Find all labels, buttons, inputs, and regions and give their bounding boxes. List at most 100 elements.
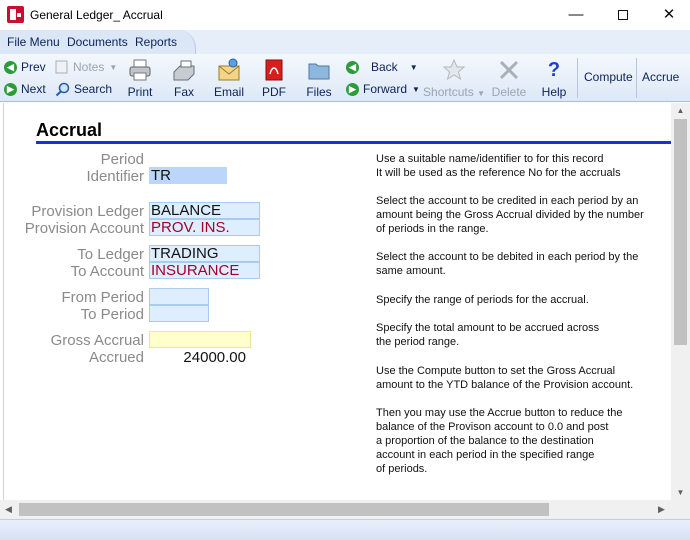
menu-reports[interactable]: Reports bbox=[135, 35, 177, 49]
heading-divider bbox=[36, 141, 672, 144]
files-label: Files bbox=[306, 85, 332, 99]
forward-dropdown-icon[interactable]: ▼ bbox=[412, 85, 420, 94]
help-line: Use a suitable name/identifier to for th… bbox=[376, 153, 604, 165]
shortcuts-button[interactable]: Shortcuts ▼ bbox=[422, 56, 486, 100]
shortcuts-label: Shortcuts bbox=[423, 85, 474, 99]
scroll-right-icon[interactable]: ▶ bbox=[653, 500, 670, 519]
scroll-up-icon[interactable]: ▲ bbox=[671, 103, 690, 118]
page-title: Accrual bbox=[36, 120, 103, 140]
help-line: It will be used as the reference No for … bbox=[376, 167, 621, 179]
toolbar-separator bbox=[577, 58, 578, 98]
help-line: same amount. bbox=[376, 265, 446, 277]
to-ledger-label: To Ledger bbox=[77, 246, 144, 263]
print-label: Print bbox=[127, 85, 153, 99]
help-line: the period range. bbox=[376, 336, 460, 348]
provision-account-label: Provision Account bbox=[24, 220, 144, 237]
notes-icon bbox=[55, 60, 68, 74]
from-period-label: From Period bbox=[61, 289, 144, 306]
accrued-label: Accrued bbox=[88, 349, 144, 366]
vertical-scrollbar[interactable]: ▲ ▼ bbox=[671, 103, 690, 500]
vertical-scroll-thumb[interactable] bbox=[674, 119, 687, 345]
back-dropdown-icon[interactable]: ▼ bbox=[410, 63, 418, 72]
printer-icon bbox=[129, 59, 151, 81]
help-line: amount being the Gross Accrual divided b… bbox=[376, 209, 644, 221]
gross-accrual-field[interactable] bbox=[149, 331, 251, 348]
horizontal-scroll-thumb[interactable] bbox=[19, 503, 549, 516]
pdf-icon bbox=[265, 59, 283, 81]
from-period-field[interactable] bbox=[149, 288, 209, 305]
help-line: Select the account to be debited in each… bbox=[376, 251, 639, 263]
delete-button[interactable]: Delete bbox=[487, 56, 531, 100]
help-button[interactable]: ? Help bbox=[532, 56, 576, 100]
help-line: amount to the YTD balance of the Provisi… bbox=[376, 379, 634, 391]
scroll-left-icon[interactable]: ◀ bbox=[0, 500, 17, 519]
files-button[interactable]: Files bbox=[297, 56, 341, 100]
content-area: Accrual Period Identifier TR Provision L… bbox=[3, 103, 672, 500]
close-button[interactable]: ✕ bbox=[646, 0, 690, 30]
menu-file[interactable]: File Menu bbox=[7, 35, 60, 49]
back-label: Back bbox=[371, 60, 398, 74]
compute-button[interactable]: Compute bbox=[584, 70, 633, 84]
toolbar: ◀ Prev ▶ Next Notes ▼ Search Print Fax E… bbox=[0, 54, 690, 102]
pdf-label: PDF bbox=[262, 85, 286, 99]
next-label: Next bbox=[21, 82, 46, 96]
envelope-icon bbox=[218, 58, 240, 81]
star-icon bbox=[442, 58, 466, 81]
to-account-field[interactable]: INSURANCE bbox=[149, 262, 260, 279]
forward-label: Forward bbox=[363, 82, 408, 96]
notes-button[interactable]: Notes ▼ bbox=[55, 57, 117, 77]
scroll-down-icon[interactable]: ▼ bbox=[671, 485, 690, 500]
notes-dropdown-icon: ▼ bbox=[109, 62, 118, 72]
maximize-icon bbox=[618, 10, 628, 21]
help-line: of periods. bbox=[376, 463, 428, 475]
period-label: Period bbox=[100, 151, 144, 168]
to-ledger-field[interactable]: TRADING bbox=[149, 245, 260, 262]
app-icon bbox=[7, 6, 24, 23]
to-period-field[interactable] bbox=[149, 305, 209, 322]
help-line: account in each period in the specified … bbox=[376, 449, 595, 461]
minimize-button[interactable]: — bbox=[553, 0, 599, 30]
forward-arrow-icon: ▶ bbox=[346, 82, 359, 96]
gross-accrual-label: Gross Accrual bbox=[50, 332, 144, 349]
question-icon: ? bbox=[547, 59, 561, 81]
accrued-value: 24000.00 bbox=[183, 349, 246, 366]
help-line: a proportion of the balance to the desti… bbox=[376, 435, 594, 447]
print-button[interactable]: Print bbox=[118, 56, 162, 100]
shortcuts-dropdown-icon: ▼ bbox=[477, 89, 485, 98]
help-gross: Specify the total amount to be accrued a… bbox=[376, 321, 666, 349]
notes-label: Notes bbox=[73, 60, 105, 74]
help-compute: Use the Compute button to set the Gross … bbox=[376, 364, 666, 392]
to-account-label: To Account bbox=[70, 263, 144, 280]
provision-account-field[interactable]: PROV. INS. bbox=[149, 219, 260, 236]
menu-documents[interactable]: Documents bbox=[67, 35, 128, 49]
fax-button[interactable]: Fax bbox=[162, 56, 206, 100]
help-line: Select the account to be credited in eac… bbox=[376, 195, 639, 207]
search-button[interactable]: Search bbox=[55, 79, 112, 99]
forward-button[interactable]: ▶ Forward ▼ bbox=[346, 79, 420, 99]
help-line: Specify the total amount to be accrued a… bbox=[376, 322, 600, 334]
maximize-button[interactable] bbox=[600, 0, 646, 30]
back-arrow-icon: ◀ bbox=[346, 60, 359, 74]
menu-bar: File Menu Documents Reports bbox=[0, 30, 690, 54]
identifier-label: Identifier bbox=[86, 168, 144, 185]
prev-button[interactable]: ◀ Prev bbox=[4, 57, 46, 77]
help-identifier: Use a suitable name/identifier to for th… bbox=[376, 152, 666, 180]
title-bar: General Ledger_ Accrual — ✕ bbox=[0, 0, 690, 30]
window-title: General Ledger_ Accrual bbox=[30, 8, 163, 22]
fax-icon bbox=[173, 60, 195, 81]
back-button[interactable]: ◀ Back ▼ bbox=[346, 57, 418, 77]
search-label: Search bbox=[74, 82, 113, 96]
help-provision: Select the account to be credited in eac… bbox=[376, 194, 666, 236]
help-to: Select the account to be debited in each… bbox=[376, 250, 666, 278]
accrue-button[interactable]: Accrue bbox=[642, 70, 679, 84]
prev-label: Prev bbox=[21, 60, 46, 74]
pdf-button[interactable]: PDF bbox=[252, 56, 296, 100]
to-period-label: To Period bbox=[80, 306, 144, 323]
email-button[interactable]: Email bbox=[207, 56, 251, 100]
prev-arrow-icon: ◀ bbox=[4, 60, 17, 74]
horizontal-scrollbar[interactable]: ◀ ▶ bbox=[0, 500, 690, 519]
next-button[interactable]: ▶ Next bbox=[4, 79, 46, 99]
provision-ledger-field[interactable]: BALANCE bbox=[149, 202, 260, 219]
provision-ledger-label: Provision Ledger bbox=[31, 203, 144, 220]
identifier-field[interactable]: TR bbox=[149, 167, 227, 184]
